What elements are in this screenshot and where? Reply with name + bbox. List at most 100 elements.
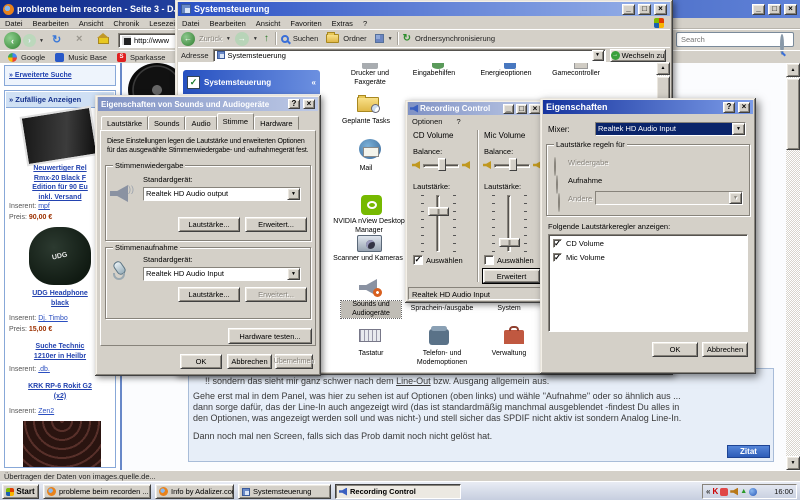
task-button-recording-control[interactable]: Recording Control [335,484,461,499]
forward-icon[interactable]: › [23,34,36,47]
cp-item-scanner-kameras[interactable]: Scanner und Kameras [326,255,410,264]
scroll-thumb[interactable] [786,78,800,150]
cancel-button[interactable]: Abbrechen [702,342,748,357]
mixer-combo[interactable]: Realtek HD Audio Input ▼ [595,122,746,136]
search-label[interactable]: Suchen [293,34,318,43]
capture-device-combo[interactable]: Realtek HD Audio Input ▼ [143,267,301,281]
tab-lautstaerke[interactable]: Lautstärke [101,116,148,130]
mixer-titlebar[interactable]: Eigenschaften ? × [543,100,753,114]
back-dropdown-icon[interactable]: ▼ [226,36,231,42]
menu-optionen[interactable]: Optionen [412,117,442,126]
cp-item-system[interactable]: System [478,305,540,314]
ok-button[interactable]: OK [652,342,698,357]
ad1-image[interactable] [20,106,99,167]
back-dropdown-icon[interactable]: ▼ [39,38,44,44]
close-icon[interactable]: × [784,4,797,15]
icon-drucker-sliver[interactable] [362,63,378,69]
cp-item-gamecontroller[interactable]: Gamecontroller [542,70,610,79]
nvidia-icon[interactable] [361,195,382,215]
icon-energieoptionen-sliver[interactable] [504,63,516,69]
scroll-up-icon[interactable]: ▲ [656,62,670,75]
address-dropdown-icon[interactable]: ▼ [592,50,604,61]
bookmark-google[interactable]: Google [21,53,45,62]
task-button-forum[interactable]: probleme beim recorden ... [43,484,151,499]
task-button-systemsteuerung[interactable]: Systemsteuerung [238,484,331,499]
scroll-up-icon[interactable]: ▲ [786,63,800,77]
mic-volume-checkbox[interactable]: ✓ [553,253,562,262]
cd-balance-slider[interactable] [438,158,446,171]
dropdown-icon[interactable]: ▼ [732,123,745,135]
minimize-icon[interactable]: _ [752,4,765,15]
back-icon[interactable]: ‹ [4,32,21,49]
cd-volume-checkbox[interactable]: ✓ [553,239,562,248]
telefon-icon[interactable] [429,329,449,345]
scanner-kamera-icon[interactable] [357,235,382,252]
tab-stimme[interactable]: Stimme [217,113,254,130]
mic-volume-item[interactable]: Mic Volume [566,253,605,262]
advanced-search-link[interactable]: » Erweiterte Suche [9,71,72,81]
close-icon[interactable]: × [654,4,667,15]
cp-item-drucker-faxgeraete[interactable]: Drucker und Faxgeräte [333,70,407,87]
maximize-icon[interactable]: □ [516,104,527,114]
sync-icon[interactable]: ↻ [403,33,411,44]
tray-chevron-icon[interactable]: « [706,487,710,496]
tastatur-icon[interactable] [359,329,381,342]
dropdown-icon[interactable]: ▼ [287,188,300,200]
views-dropdown-icon[interactable]: ▼ [388,36,393,42]
page-scrollbar[interactable]: ▲ ▼ [786,63,800,470]
cp-item-geplante-tasks[interactable]: Geplante Tasks [333,118,399,127]
home-icon[interactable] [98,37,109,44]
ad2-seller-link[interactable]: Dj. Timbo [38,315,68,322]
menu-favoriten[interactable]: Favoriten [290,19,321,28]
ad4-image[interactable] [23,421,101,467]
cp-item-telefon-modem[interactable]: Telefon- und Modemoptionen [401,350,483,367]
bookmark-musicbase[interactable]: Music Base [68,53,107,62]
cp-item-eingabehilfen[interactable]: Eingabehilfen [402,70,466,79]
cp-titlebar[interactable]: Systemsteuerung _ □ × [178,2,670,16]
cp-item-energieoptionen[interactable]: Energieoptionen [472,70,540,79]
collapse-chevron-icon[interactable]: « [312,78,316,87]
post-lineout-link[interactable]: Line-Out [396,376,431,386]
cp-item-sprachein-ausgabe[interactable]: Sprachein-/ausgabe [403,305,481,314]
tab-audio[interactable]: Audio [185,116,216,130]
cp-item-sounds-audiogeraete[interactable]: Sounds und Audiogeräte [341,301,401,318]
cp-item-mail[interactable]: Mail [347,165,385,174]
playback-volume-button[interactable]: Lautstärke... [178,217,240,232]
stop-icon[interactable]: × [76,33,82,45]
ad4-seller-link[interactable]: Zen2 [38,408,54,415]
up-icon[interactable]: ↑ [264,33,269,44]
cancel-button[interactable]: Abbrechen [227,354,272,369]
menu-ansicht[interactable]: Ansicht [256,19,281,28]
close-icon[interactable]: × [738,102,750,113]
mic-balance-slider[interactable] [509,158,517,171]
capture-radio-label[interactable]: Aufnahme [568,176,602,185]
menu-chronik[interactable]: Chronik [113,19,139,28]
ad4-link[interactable]: KRK RP-6 Rokit G2 (x2) [5,382,115,401]
back-icon[interactable]: ← [181,32,195,46]
dropdown-icon[interactable]: ▼ [287,268,300,280]
back-label[interactable]: Zurück [199,34,222,43]
folders-icon[interactable] [326,34,339,43]
tab-sounds[interactable]: Sounds [148,116,185,130]
tray-messenger-icon[interactable] [720,488,728,496]
help-icon[interactable]: ? [288,99,300,109]
menu-bearbeiten[interactable]: Bearbeiten [210,19,246,28]
test-hardware-button[interactable]: Hardware testen... [228,328,312,344]
reload-icon[interactable]: ↻ [52,33,61,46]
cp-address-field[interactable]: Systemsteuerung ▼ [213,49,606,62]
close-icon[interactable]: × [303,99,315,109]
controls-listbox[interactable]: ✓ CD Volume ✓ Mic Volume [548,234,748,332]
playback-advanced-button[interactable]: Erweitert... [245,217,307,232]
menu-hilfe[interactable]: ? [363,19,367,28]
search-icon[interactable] [281,35,289,43]
maximize-icon[interactable]: □ [768,4,781,15]
mic-select-checkbox[interactable] [484,255,494,265]
advanced-button[interactable]: Erweitert [483,269,540,283]
tray-antivirus-icon[interactable]: ▲ [740,488,747,495]
ad1-seller-link[interactable]: mpf [38,203,50,210]
playback-device-combo[interactable]: Realtek HD Audio output ▼ [143,187,301,201]
cp-item-tastatur[interactable]: Tastatur [341,350,401,359]
go-button[interactable]: → Wechseln zu [610,49,666,62]
tray-kmplayer-icon[interactable]: K [712,487,718,496]
ad3-seller-link[interactable]: .db. [38,366,50,373]
